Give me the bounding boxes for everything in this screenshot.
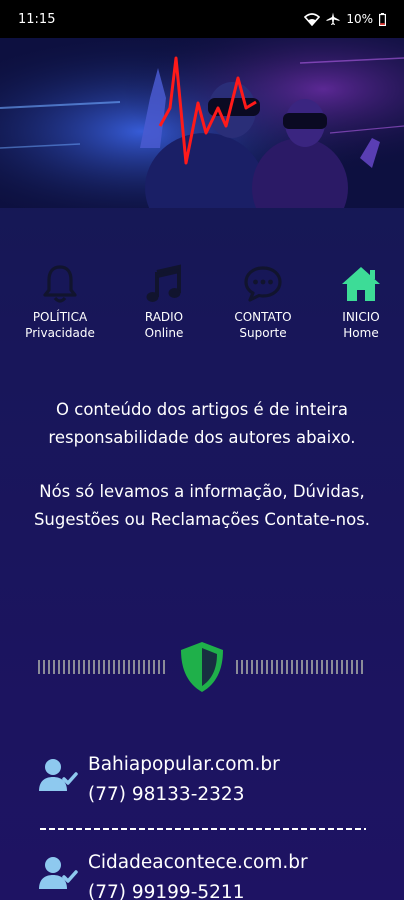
nav-item-radio[interactable]: RADIO Online xyxy=(114,262,214,352)
disclaimer-paragraph-2: Nós só levamos a informação, Dúvidas, Su… xyxy=(33,482,371,529)
contact-entry: Bahiapopular.com.br (77) 98133-2323 xyxy=(38,752,368,812)
wifi-icon xyxy=(304,12,321,26)
nav-sub-contato: Suporte xyxy=(239,326,287,340)
disclaimer-paragraph-1: O conteúdo dos artigos é de inteira resp… xyxy=(48,400,356,447)
airplane-mode-icon xyxy=(326,12,340,26)
disclaimer-text: O conteúdo dos artigos é de inteira resp… xyxy=(20,396,384,534)
battery-icon xyxy=(379,12,386,26)
nav-sub-radio: Online xyxy=(144,326,184,340)
status-bar: 11:15 10% xyxy=(0,0,404,38)
nav-sub-politica: Privacidade xyxy=(25,326,95,340)
nav-label-inicio: INICIO xyxy=(342,310,380,324)
nav-label-politica: POLÍTICA xyxy=(32,310,88,324)
user-check-icon xyxy=(38,856,78,890)
music-note-icon xyxy=(142,262,186,306)
status-icons: 10% xyxy=(304,12,386,26)
chat-bubble-icon xyxy=(241,262,285,306)
shield-divider xyxy=(38,640,366,694)
header-banner-image xyxy=(0,38,404,208)
contact-website[interactable]: Bahiapopular.com.br xyxy=(88,752,280,778)
divider-ticks-left xyxy=(38,660,166,674)
contact-phone[interactable]: (77) 99199-5211 xyxy=(88,880,244,900)
user-check-icon xyxy=(38,758,78,792)
nav-sub-inicio: Home xyxy=(343,326,379,340)
bell-icon xyxy=(38,262,82,306)
home-icon xyxy=(339,262,383,306)
divider-ticks-right xyxy=(236,660,364,674)
nav-label-contato: CONTATO xyxy=(234,310,292,324)
battery-percent: 10% xyxy=(346,12,373,26)
shield-icon xyxy=(178,640,226,694)
contact-separator xyxy=(40,828,366,830)
contact-website[interactable]: Cidadeacontece.com.br xyxy=(88,850,308,876)
nav-item-contato[interactable]: CONTATO Suporte xyxy=(213,262,313,352)
nav-label-radio: RADIO xyxy=(144,310,184,324)
nav-item-inicio[interactable]: INICIO Home xyxy=(311,262,404,352)
status-time: 11:15 xyxy=(18,11,56,27)
contact-entry: Cidadeacontece.com.br (77) 99199-5211 xyxy=(38,850,368,900)
quick-nav: POLÍTICA Privacidade RADIO Online CONTAT… xyxy=(0,262,404,352)
nav-item-politica[interactable]: POLÍTICA Privacidade xyxy=(10,262,110,352)
contact-phone[interactable]: (77) 98133-2323 xyxy=(88,782,244,808)
